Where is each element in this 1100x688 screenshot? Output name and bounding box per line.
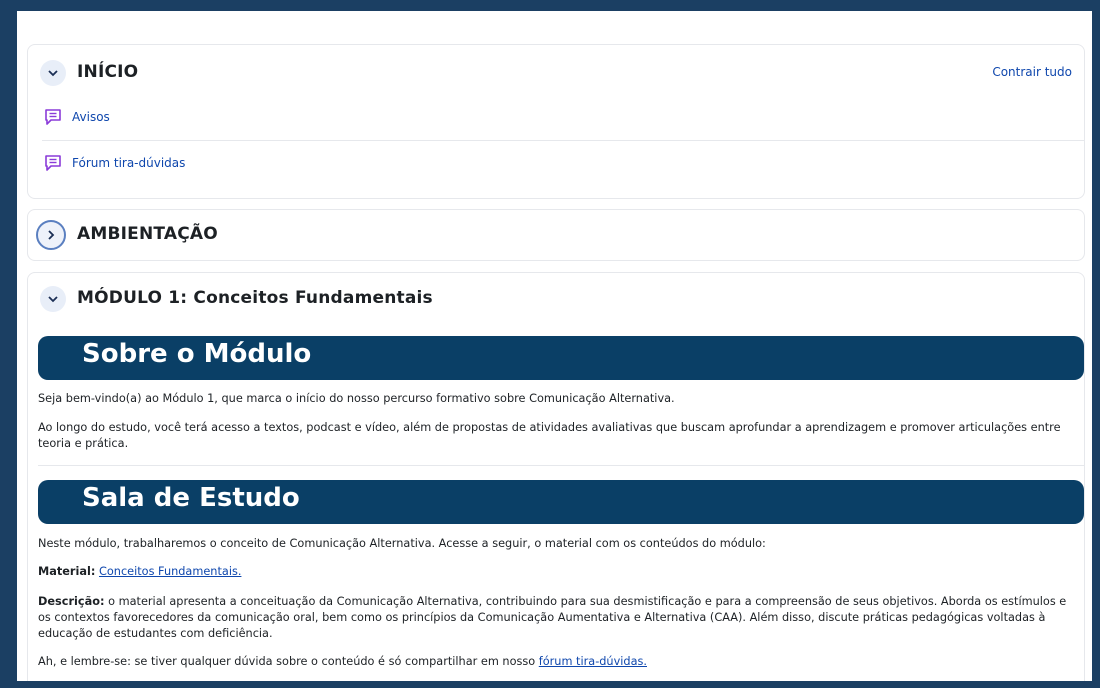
descricao-text: o material apresenta a conceituação da C… — [38, 595, 1067, 640]
forum-icon — [42, 152, 64, 174]
activity-label[interactable]: Fórum tira-dúvidas — [72, 156, 185, 170]
section-title-ambientacao[interactable]: AMBIENTAÇÃO — [77, 224, 218, 244]
activity-forum-tira-duvidas[interactable]: Fórum tira-dúvidas — [42, 152, 185, 174]
chevron-down-icon — [48, 296, 58, 303]
collapse-all-link[interactable]: Contrair tudo — [992, 65, 1072, 79]
descricao-paragraph: Descrição: o material apresenta a concei… — [38, 594, 1078, 642]
lembre-paragraph: Ah, e lembre-se: se tiver qualquer dúvid… — [38, 654, 1078, 670]
banner-title: Sobre o Módulo — [82, 339, 312, 369]
section-inicio: INÍCIO Contrair tudo Avisos Fórum tira-d… — [27, 44, 1085, 199]
divider — [42, 140, 1084, 141]
sobre-paragraph-2: Ao longo do estudo, você terá acesso a t… — [38, 421, 1061, 450]
activity-label[interactable]: Avisos — [72, 110, 110, 124]
material-label: Material: — [38, 565, 96, 578]
chevron-down-icon — [48, 70, 58, 77]
section-title-inicio[interactable]: INÍCIO — [77, 62, 138, 82]
collapse-section-inicio-button[interactable] — [40, 60, 66, 86]
divider — [38, 465, 1084, 466]
forum-icon — [42, 106, 64, 128]
sobre-paragraph-1: Seja bem-vindo(a) ao Módulo 1, que marca… — [38, 392, 675, 405]
chevron-right-icon — [48, 230, 55, 240]
material-link[interactable]: Conceitos Fundamentais. — [99, 565, 241, 578]
sala-paragraph-intro: Neste módulo, trabalharemos o conceito d… — [38, 537, 766, 550]
banner-sala-de-estudo: Sala de Estudo — [38, 480, 1084, 524]
lembre-text: Ah, e lembre-se: se tiver qualquer dúvid… — [38, 655, 539, 668]
banner-title: Sala de Estudo — [82, 483, 300, 513]
forum-tira-duvidas-link[interactable]: fórum tira-dúvidas. — [539, 655, 647, 668]
expand-section-ambientacao-button[interactable] — [36, 220, 66, 250]
descricao-label: Descrição: — [38, 595, 105, 608]
activity-avisos[interactable]: Avisos — [42, 106, 110, 128]
material-line: Material: Conceitos Fundamentais. — [38, 564, 1078, 580]
section-title-modulo-1[interactable]: MÓDULO 1: Conceitos Fundamentais — [77, 288, 433, 308]
course-page: INÍCIO Contrair tudo Avisos Fórum tira-d… — [17, 11, 1092, 681]
banner-sobre-o-modulo: Sobre o Módulo — [38, 336, 1084, 380]
collapse-section-modulo-1-button[interactable] — [40, 286, 66, 312]
section-ambientacao: AMBIENTAÇÃO — [27, 209, 1085, 261]
